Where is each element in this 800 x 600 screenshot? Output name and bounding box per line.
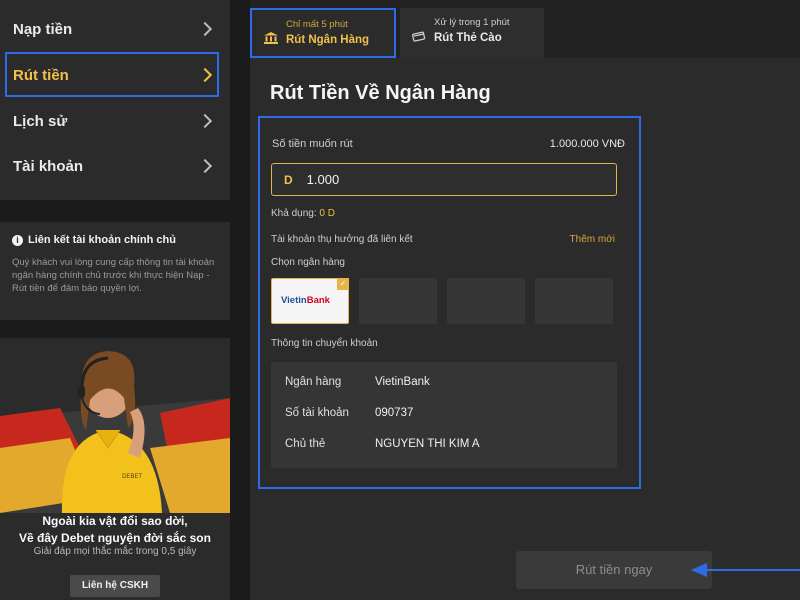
withdraw-panel: Rút Tiền Về Ngân Hàng Số tiền muốn rút 1… [250,58,800,600]
tab-rut-the-cao[interactable]: Xử lý trong 1 phút Rút Thẻ Cào [400,8,544,58]
account-link-notice: i Liên kết tài khoản chính chủ Quý khách… [0,222,230,320]
bank-option-empty[interactable] [447,278,525,324]
left-sidebar: Nạp tiền Rút tiền Lịch sử Tài khoản i Li… [0,0,230,600]
account-number-label: Số tài khoản [285,407,349,419]
promo-headline: Ngoài kia vật đổi sao dời, Về đây Debet … [0,513,230,547]
annotation-arrow-line [706,569,800,571]
tab-subtitle: Chỉ mất 5 phút [286,19,348,30]
chevron-right-icon [197,113,213,129]
vietinbank-logo: VietinBank [281,295,330,306]
chevron-right-icon [197,21,213,37]
amount-label: Số tiền muốn rút [272,138,353,150]
add-new-link[interactable]: Thêm mới [570,234,615,245]
notice-title-text: Liên kết tài khoản chính chủ [28,234,176,246]
withdraw-form: Số tiền muốn rút 1.000.000 VNĐ D 1.000 K… [258,116,641,489]
highlight-box [5,52,219,97]
notice-body: Quý khách vui lòng cung cấp thông tin tà… [12,257,215,294]
sidebar-item-lich-su[interactable]: Lịch sử [0,98,230,144]
withdraw-now-button[interactable]: Rút tiền ngay [516,551,712,589]
transfer-info-label: Thông tin chuyển khoản [271,338,378,349]
annotation-arrow-head [691,563,707,577]
account-holder-value: NGUYEN THI KIM A [375,438,480,450]
check-icon: ✓ [337,278,349,290]
tab-rut-ngan-hang[interactable]: Chỉ mất 5 phút Rút Ngân Hàng [250,8,396,58]
sidebar-item-label: Nạp tiền [13,20,73,38]
sidebar-item-label: Tài khoản [13,157,84,175]
account-number-value: 090737 [375,407,414,419]
amount-input[interactable]: D 1.000 [271,163,617,196]
account-holder-label: Chủ thẻ [285,438,326,450]
promo-headline-line2: Về đây Debet nguyện đời sắc son [19,531,211,545]
bank-name-label: Ngân hàng [285,376,342,388]
bank-name-value: VietinBank [375,376,430,388]
support-promo-banner: DEBET Ngoài kia vật đổi sao dời, Về đây … [0,338,230,600]
available-label: Khả dụng: [271,208,317,219]
choose-bank-label: Chọn ngân hàng [271,257,345,268]
notice-title: i Liên kết tài khoản chính chủ [12,234,218,246]
shirt-logo-text: DEBET [122,473,142,480]
bank-option-empty[interactable] [535,278,613,324]
linked-account-label: Tài khoản thụ hưởng đã liên kết [271,234,413,245]
sidebar-item-label: Lịch sử [13,112,68,130]
promo-subtext: Giải đáp mọi thắc mắc trong 0,5 giây [33,546,197,557]
bank-option-empty[interactable] [359,278,437,324]
contact-support-button[interactable]: Liên hệ CSKH [70,575,160,597]
card-icon [412,31,426,42]
currency-icon: D [284,172,293,187]
sidebar-item-tai-khoan[interactable]: Tài khoản [0,143,230,189]
transfer-info-box: Ngân hàng VietinBank Số tài khoản 090737… [271,362,617,468]
bank-option-vietinbank[interactable]: VietinBank ✓ [271,278,349,324]
bank-icon [264,32,278,44]
info-icon: i [12,234,23,246]
support-agent-illustration: DEBET [0,351,230,513]
sidebar-menu: Nạp tiền Rút tiền Lịch sử Tài khoản [0,0,230,200]
promo-headline-line1: Ngoài kia vật đổi sao dời, [42,514,188,528]
tab-subtitle: Xử lý trong 1 phút [434,17,510,28]
available-balance: Khả dụng: 0 D [271,208,335,219]
amount-value: 1.000 [306,172,340,187]
chevron-right-icon [197,158,213,174]
available-value: 0 D [319,208,335,219]
main-content: Chỉ mất 5 phút Rút Ngân Hàng Xử lý trong… [250,0,800,600]
amount-display: 1.000.000 VNĐ [549,138,625,150]
sidebar-item-nap-tien[interactable]: Nạp tiền [0,6,230,52]
tab-label: Rút Thẻ Cào [434,32,502,44]
tab-label: Rút Ngân Hàng [286,34,370,46]
page-title: Rút Tiền Về Ngân Hàng [270,82,491,104]
